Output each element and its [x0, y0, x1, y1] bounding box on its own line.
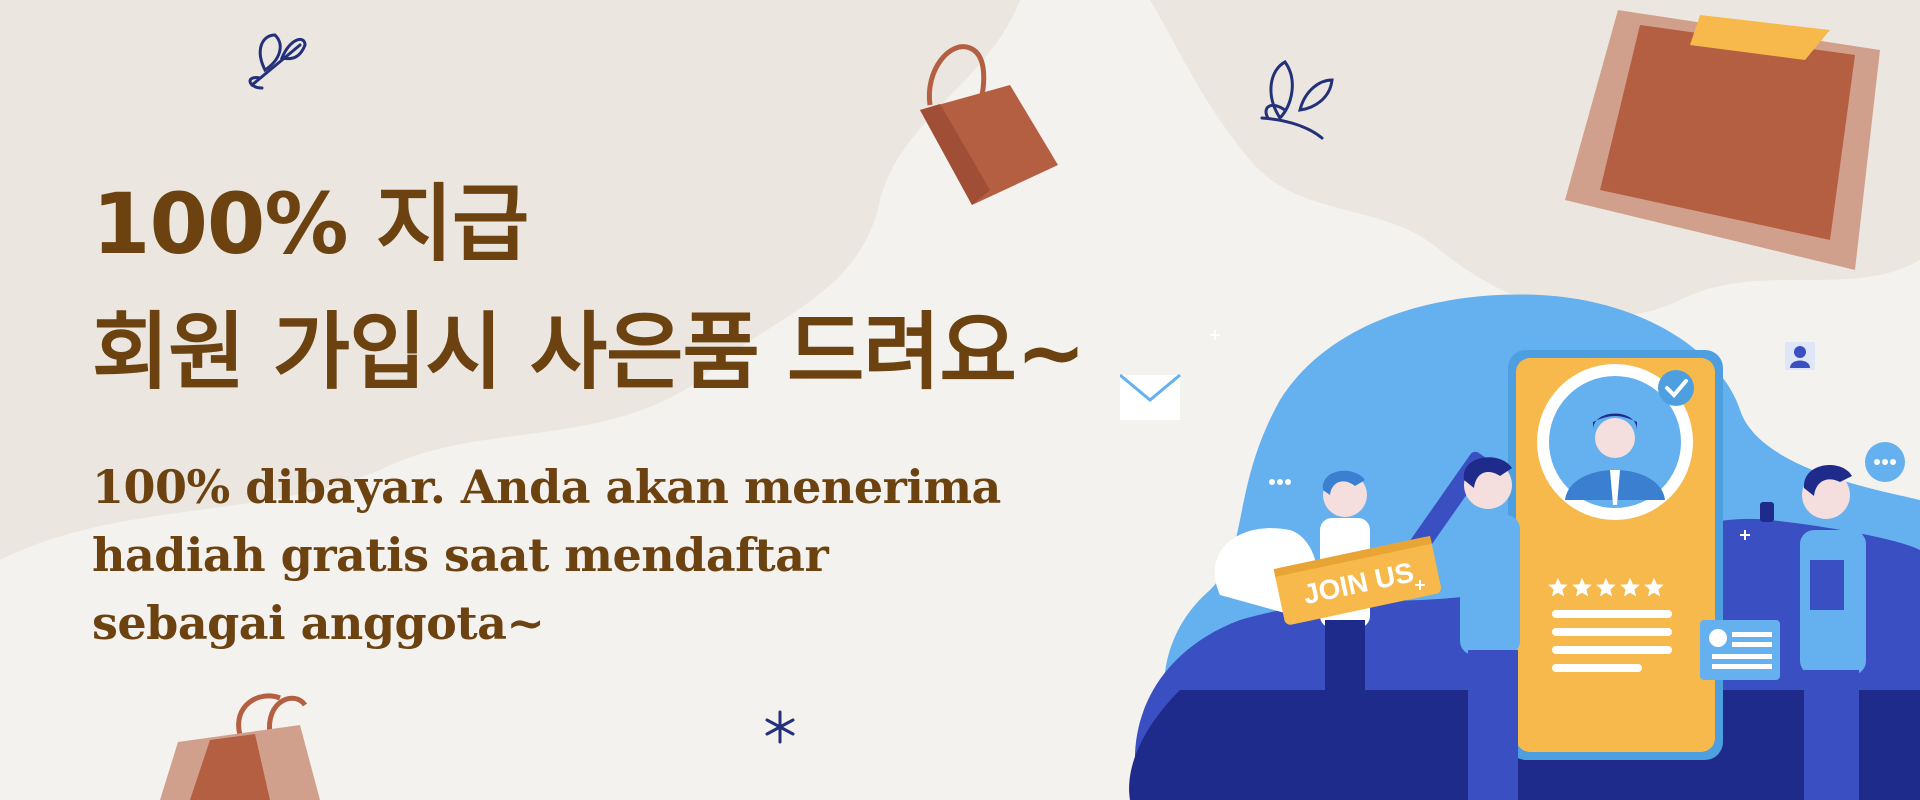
- subheadline-line-3: sebagai anggota~: [92, 596, 545, 650]
- profile-face: [1595, 418, 1635, 458]
- check-badge: [1658, 370, 1694, 406]
- id-card-line: [1732, 632, 1772, 637]
- id-card-line: [1712, 654, 1772, 659]
- user-icon: [1709, 629, 1727, 647]
- promo-banner: 100% 지급 회원 가입시 사은품 드려요~ 100% dibayar. An…: [0, 0, 1920, 800]
- headline: 100% 지급 회원 가입시 사은품 드려요~: [92, 160, 1086, 416]
- join-illustration: JOIN US: [1120, 294, 1920, 800]
- content-line: [1552, 628, 1672, 636]
- subheadline-line-2: hadiah gratis saat mendaftar: [92, 528, 829, 582]
- id-card-line: [1732, 642, 1772, 647]
- content-line: [1552, 610, 1672, 618]
- subheadline: 100% dibayar. Anda akan menerima hadiah …: [92, 453, 1001, 657]
- profile-icon: [1785, 342, 1815, 370]
- headline-line-1: 100% 지급: [92, 175, 529, 273]
- content-line: [1552, 664, 1642, 672]
- headline-line-2: 회원 가입시 사은품 드려요~: [92, 303, 1086, 401]
- id-card: [1700, 620, 1780, 680]
- subheadline-line-1: 100% dibayar. Anda akan menerima: [92, 460, 1001, 514]
- id-card-line: [1712, 664, 1772, 669]
- content-line: [1552, 646, 1672, 654]
